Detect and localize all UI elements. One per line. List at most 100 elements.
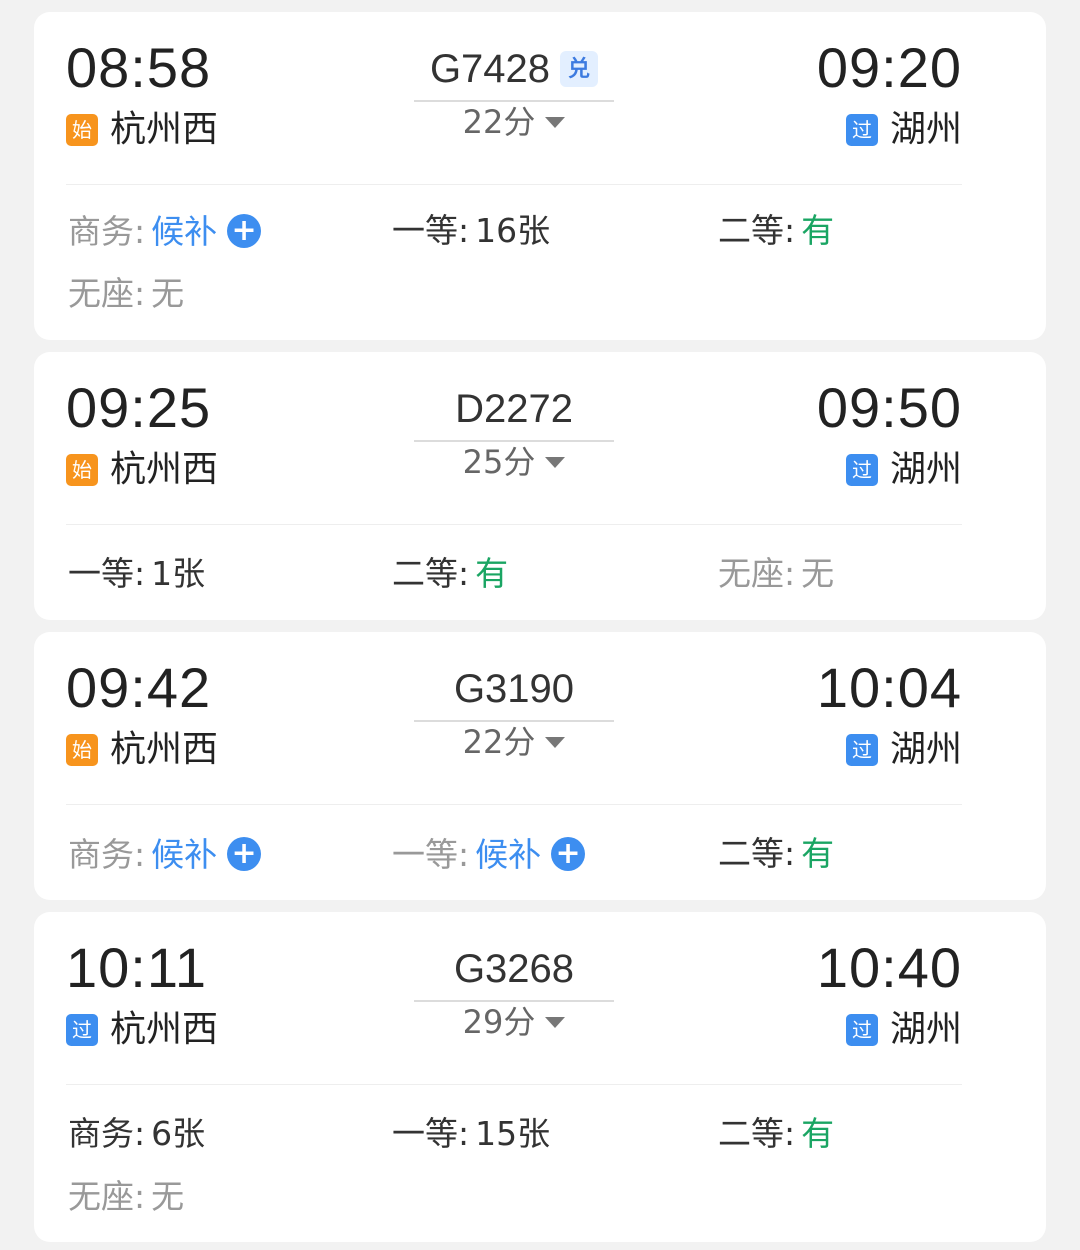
train-card[interactable]: 10:11 过 杭州西 G3268 29分 10:40 过 湖州 商务: 6张 … <box>34 912 1046 1242</box>
divider <box>66 804 962 805</box>
caret-down-icon <box>545 736 566 748</box>
seat-value: 无 <box>151 1177 185 1216</box>
caret-down-icon <box>545 1016 566 1028</box>
departure-station: 始 杭州西 <box>66 108 218 152</box>
train-number: G3268 <box>454 946 574 992</box>
seat-value: 6张 <box>151 1114 206 1153</box>
waitlist-add-icon[interactable]: + <box>227 214 262 248</box>
seat-first-class[interactable]: 一等: 16张 <box>392 214 550 247</box>
train-info[interactable]: D2272 25分 <box>414 386 614 478</box>
train-line <box>414 440 614 442</box>
departure-station: 始 杭州西 <box>66 448 218 492</box>
train-info[interactable]: G3268 29分 <box>414 946 614 1038</box>
departure-station: 始 杭州西 <box>66 728 218 772</box>
train-list: 08:58 始 杭州西 G7428 兑 22分 09:20 过 湖州 商务: 候… <box>0 0 1080 1250</box>
origin-tag: 始 <box>66 114 98 146</box>
seat-name: 无座 <box>68 1177 134 1216</box>
duration[interactable]: 22分 <box>463 726 566 758</box>
seat-name: 二等 <box>718 211 784 250</box>
seat-second-class[interactable]: 二等: 有 <box>718 214 834 247</box>
train-line <box>414 100 614 102</box>
departure-time: 10:11 <box>66 936 207 999</box>
caret-down-icon <box>545 116 566 128</box>
seat-name: 二等 <box>718 1114 784 1153</box>
waitlist-add-icon[interactable]: + <box>551 837 586 871</box>
arrival-time: 09:20 <box>816 36 962 99</box>
arrival-time: 10:04 <box>816 656 962 719</box>
seat-first-class[interactable]: 一等: 候补 + <box>392 834 586 874</box>
seat-name: 无座 <box>718 554 784 593</box>
caret-down-icon <box>545 456 566 468</box>
train-number-text: G3268 <box>453 947 575 991</box>
seat-name: 一等 <box>392 834 458 874</box>
seat-value: 无 <box>801 554 835 593</box>
seat-no-seat[interactable]: 无座: 无 <box>68 277 184 310</box>
train-card[interactable]: 09:42 始 杭州西 G3190 22分 10:04 过 湖州 商务: 候补 … <box>34 632 1046 900</box>
seat-no-seat[interactable]: 无座: 无 <box>718 557 834 590</box>
seat-value: 16张 <box>475 211 551 250</box>
seat-name: 商务 <box>68 211 134 251</box>
duration[interactable]: 25分 <box>463 446 566 478</box>
train-number-text: G7428 <box>429 47 551 91</box>
waitlist-add-icon[interactable]: + <box>227 837 262 871</box>
seat-value: 无 <box>151 274 185 313</box>
seat-business[interactable]: 商务: 候补 + <box>68 834 262 874</box>
arrival-station: 过 湖州 <box>845 108 962 152</box>
train-number: D2272 <box>455 386 573 432</box>
train-number: G7428 兑 <box>429 46 599 92</box>
train-number: G3190 <box>454 666 574 712</box>
train-number-text: G3190 <box>453 667 575 711</box>
seat-value: 有 <box>801 834 835 873</box>
seat-first-class[interactable]: 一等: 15张 <box>392 1117 550 1150</box>
arrival-time: 10:40 <box>816 936 962 999</box>
seat-name: 商务 <box>68 834 134 874</box>
seat-value: 有 <box>475 554 509 593</box>
departure-station: 过 杭州西 <box>66 1008 218 1052</box>
duration-text: 22分 <box>462 103 536 141</box>
seat-business[interactable]: 商务: 6张 <box>68 1117 205 1150</box>
seat-second-class[interactable]: 二等: 有 <box>718 837 834 870</box>
origin-tag: 始 <box>66 734 98 766</box>
departure-time: 09:42 <box>66 656 212 719</box>
pass-tag: 过 <box>845 1014 878 1046</box>
seat-first-class[interactable]: 一等: 1张 <box>68 557 205 590</box>
train-card[interactable]: 09:25 始 杭州西 D2272 25分 09:50 过 湖州 一等: 1张 … <box>34 352 1046 620</box>
seat-second-class[interactable]: 二等: 有 <box>392 557 508 590</box>
seat-name: 无座 <box>68 274 134 313</box>
divider <box>66 1084 962 1085</box>
departure-station-name: 杭州西 <box>110 729 219 770</box>
duration[interactable]: 22分 <box>463 106 566 138</box>
divider <box>66 184 962 185</box>
train-card[interactable]: 08:58 始 杭州西 G7428 兑 22分 09:20 过 湖州 商务: 候… <box>34 12 1046 340</box>
arrival-station: 过 湖州 <box>845 1008 962 1052</box>
seat-name: 二等 <box>718 834 784 873</box>
seat-no-seat[interactable]: 无座: 无 <box>68 1180 184 1213</box>
seat-value: 有 <box>801 1114 835 1153</box>
duration-text: 29分 <box>462 1003 536 1041</box>
seat-second-class[interactable]: 二等: 有 <box>718 1117 834 1150</box>
duration-text: 25分 <box>462 443 536 481</box>
arrival-station-name: 湖州 <box>889 109 962 150</box>
train-info[interactable]: G7428 兑 22分 <box>414 46 614 138</box>
departure-station-name: 杭州西 <box>110 109 219 150</box>
seat-value: 候补 <box>475 834 542 874</box>
seat-name: 一等 <box>68 554 134 593</box>
train-info[interactable]: G3190 22分 <box>414 666 614 758</box>
divider <box>66 524 962 525</box>
departure-time: 09:25 <box>66 376 212 439</box>
train-line <box>414 720 614 722</box>
seat-name: 二等 <box>392 554 458 593</box>
seat-value: 15张 <box>475 1114 551 1153</box>
seat-name: 一等 <box>392 1114 458 1153</box>
pass-tag: 过 <box>845 454 878 486</box>
seat-business[interactable]: 商务: 候补 + <box>68 211 262 251</box>
train-line <box>414 1000 614 1002</box>
seat-value: 1张 <box>151 554 206 593</box>
duration[interactable]: 29分 <box>463 1006 566 1038</box>
arrival-time: 09:50 <box>816 376 962 439</box>
pass-tag: 过 <box>66 1014 98 1046</box>
arrival-station-name: 湖州 <box>889 449 962 490</box>
departure-station-name: 杭州西 <box>110 449 219 490</box>
duration-text: 22分 <box>462 723 536 761</box>
arrival-station-name: 湖州 <box>889 1009 962 1050</box>
